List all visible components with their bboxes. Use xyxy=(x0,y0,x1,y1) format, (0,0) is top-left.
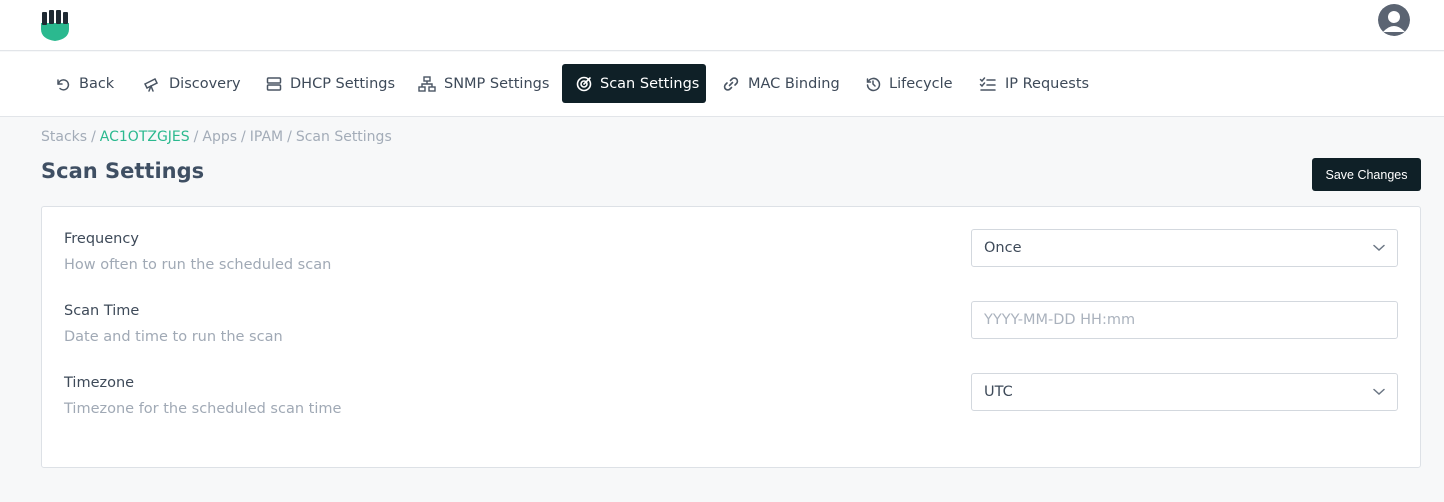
nav-scan-settings[interactable]: Scan Settings xyxy=(562,64,706,103)
checklist-icon xyxy=(979,76,996,91)
nav-label: IP Requests xyxy=(1005,75,1090,92)
scan-time-label: Scan Time xyxy=(64,303,140,319)
frequency-label: Frequency xyxy=(64,231,139,247)
user-icon xyxy=(1378,4,1410,36)
undo-icon xyxy=(57,78,70,91)
breadcrumb-current: Scan Settings xyxy=(295,129,392,145)
telescope-icon xyxy=(143,77,159,92)
frequency-help: How often to run the scheduled scan xyxy=(64,257,332,273)
nav-lifecycle[interactable]: Lifecycle xyxy=(851,64,967,103)
history-icon xyxy=(866,77,881,91)
frequency-select[interactable]: Once xyxy=(971,229,1398,267)
save-changes-button[interactable]: Save Changes xyxy=(1312,158,1421,191)
nav-discovery[interactable]: Discovery xyxy=(129,64,255,103)
nav-label: DHCP Settings xyxy=(290,75,396,92)
nav-label: MAC Binding xyxy=(748,75,840,92)
link-icon xyxy=(723,76,739,91)
breadcrumb-stack-id[interactable]: AC1OTZGJES xyxy=(100,129,190,145)
scan-time-help: Date and time to run the scan xyxy=(64,329,283,345)
nav-ip-requests[interactable]: IP Requests xyxy=(965,64,1103,103)
breadcrumb-apps[interactable]: Apps xyxy=(202,129,237,145)
nav-label: Scan Settings xyxy=(600,75,700,92)
nav-back[interactable]: Back xyxy=(41,64,128,103)
chevron-down-icon xyxy=(1373,244,1385,252)
frequency-value: Once xyxy=(984,240,1022,256)
server-icon xyxy=(266,76,282,91)
breadcrumb-stacks[interactable]: Stacks xyxy=(41,129,87,145)
nav-dhcp-settings[interactable]: DHCP Settings xyxy=(252,64,409,103)
nav-mac-binding[interactable]: MAC Binding xyxy=(708,64,854,103)
nav-label: Back xyxy=(79,75,115,92)
section-nav: Back Discovery DHCP Settings SNMP Settin… xyxy=(0,52,1444,117)
chevron-down-icon xyxy=(1373,388,1385,396)
network-icon xyxy=(418,75,436,92)
timezone-value: UTC xyxy=(984,384,1013,400)
nav-label: Lifecycle xyxy=(889,75,953,92)
breadcrumb: Stacks / AC1OTZGJES / Apps / IPAM / Scan Setting… xyxy=(41,129,392,145)
timezone-help: Timezone for the scheduled scan time xyxy=(64,401,342,417)
timezone-label: Timezone xyxy=(64,375,135,391)
target-icon xyxy=(576,76,592,91)
scan-settings-card: Frequency How often to run the scheduled… xyxy=(41,206,1421,468)
timezone-select[interactable]: UTC xyxy=(971,373,1398,411)
breadcrumb-ipam[interactable]: IPAM xyxy=(250,129,283,145)
nav-label: Discovery xyxy=(169,75,241,92)
user-avatar[interactable] xyxy=(1378,4,1410,36)
nav-snmp-settings[interactable]: SNMP Settings xyxy=(404,64,563,103)
app-logo[interactable] xyxy=(40,9,70,41)
scan-time-input[interactable] xyxy=(984,312,1385,328)
scan-time-field[interactable] xyxy=(971,301,1398,339)
nav-label: SNMP Settings xyxy=(444,75,550,92)
top-bar xyxy=(0,0,1444,51)
page-title: Scan Settings xyxy=(41,159,205,183)
